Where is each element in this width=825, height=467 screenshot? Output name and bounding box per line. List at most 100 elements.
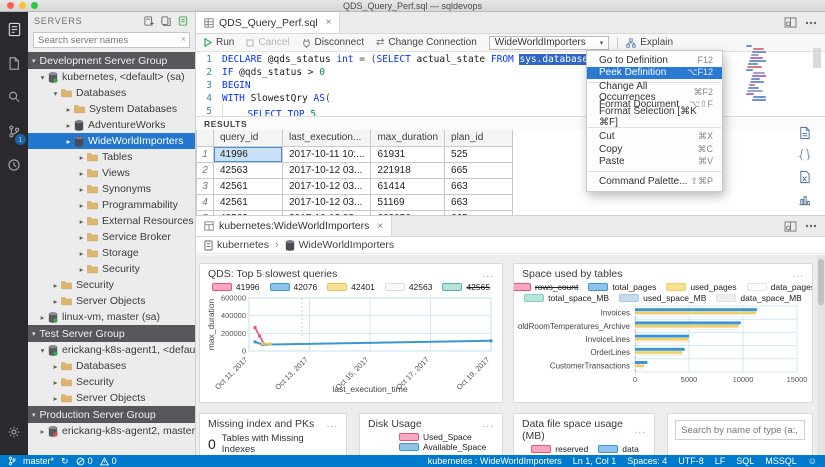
tree-item[interactable]: ▸Tables [28, 149, 195, 165]
indent-setting[interactable]: Spaces: 4 [627, 455, 667, 467]
dashboard-scrollbar[interactable] [817, 255, 825, 456]
table-cell[interactable]: 2017-10-12 03... [283, 162, 371, 178]
legend-item[interactable]: 42563 [385, 282, 433, 292]
menu-item[interactable]: Cut⌘X [587, 131, 722, 144]
legend-item[interactable]: data [598, 444, 639, 454]
table-cell[interactable]: 525 [445, 146, 513, 162]
cursor-position[interactable]: Ln 1, Col 1 [573, 455, 617, 467]
view-as-chart-icon[interactable] [794, 188, 814, 210]
legend-item[interactable]: 42401 [327, 282, 375, 292]
warnings-count[interactable]: 0 [112, 455, 117, 467]
menu-item[interactable]: Command Palette...⇧⌘P [587, 175, 722, 188]
table-cell[interactable]: 42561 [214, 194, 283, 210]
split-editor-icon[interactable] [784, 221, 797, 232]
legend-item[interactable]: total_pages [588, 282, 656, 292]
results-grid[interactable]: query_idlast_execution...max_durationpla… [196, 130, 825, 215]
table-cell[interactable]: 41996 [214, 146, 283, 162]
menu-item[interactable]: Format Selection [⌘K ⌘F] [587, 111, 722, 124]
table-cell[interactable]: 61931 [371, 146, 445, 162]
close-tab-icon[interactable]: × [326, 17, 332, 28]
qds-line-chart[interactable]: 0200000400000600000Oct 11, 2017Oct 13, 2… [205, 292, 497, 396]
code-line[interactable]: 5 SELECT TOP 5 [196, 105, 825, 116]
column-header[interactable]: last_execution... [283, 130, 371, 146]
tree-item[interactable]: ▾Databases [28, 85, 195, 101]
table-cell[interactable]: 2017-10-12 03... [283, 178, 371, 194]
tree-item[interactable]: ▸Views [28, 165, 195, 181]
breadcrumb-server[interactable]: kubernetes [217, 239, 269, 251]
eol-setting[interactable]: LF [715, 455, 726, 467]
legend-item[interactable]: 42076 [270, 282, 318, 292]
column-header[interactable]: query_id [214, 130, 283, 146]
table-cell[interactable]: 663 [445, 194, 513, 210]
new-server-group-icon[interactable] [160, 15, 172, 27]
active-connections-icon[interactable] [177, 15, 189, 27]
provider-mode[interactable]: MSSQL [765, 455, 797, 467]
space-bar-chart[interactable]: 050001000015000InvoicesColdRoomTemperatu… [517, 303, 809, 385]
tree-group-header[interactable]: ▾Production Server Group [28, 406, 195, 423]
run-button[interactable]: Run [204, 37, 234, 48]
save-as-excel-icon[interactable] [794, 166, 814, 188]
explorer-view-icon[interactable] [0, 46, 28, 80]
tree-item[interactable]: ▸Programmability [28, 197, 195, 213]
tree-item[interactable]: ▸AdventureWorks [28, 117, 195, 133]
tree-item[interactable]: ▸Security [28, 277, 195, 293]
table-cell[interactable]: 2017-10-12 03... [283, 194, 371, 210]
database-dropdown[interactable]: WideWorldImporters ▾ [489, 36, 609, 50]
table-cell[interactable]: 665 [445, 162, 513, 178]
table-row[interactable]: 4425612017-10-12 03...51169663 [197, 194, 513, 210]
more-actions-icon[interactable] [805, 224, 817, 228]
tree-item[interactable]: ▸WideWorldImporters [28, 133, 195, 149]
table-row[interactable]: 2425632017-10-12 03...221918665 [197, 162, 513, 178]
code-line[interactable]: 4WITH SlowestQry AS( [196, 92, 825, 105]
code-line[interactable]: 3BEGIN [196, 79, 825, 92]
encoding[interactable]: UTF-8 [678, 455, 704, 467]
settings-gear-icon[interactable] [0, 415, 28, 449]
scrollbar-thumb[interactable] [818, 259, 824, 305]
legend-item[interactable]: data_pages [747, 282, 813, 292]
row-number-header[interactable] [197, 130, 214, 146]
tab-dashboard[interactable]: kubernetes:WideWorldImporters × [196, 216, 392, 236]
editor-scrollbar[interactable] [813, 48, 821, 68]
table-cell[interactable]: 42561 [214, 178, 283, 194]
feedback-smiley-icon[interactable]: ☺ [808, 455, 817, 467]
table-cell[interactable]: 221918 [371, 162, 445, 178]
column-header[interactable]: plan_id [445, 130, 513, 146]
card-menu-icon[interactable]: ... [483, 419, 494, 430]
table-cell[interactable]: 42563 [214, 162, 283, 178]
close-tab-icon[interactable]: × [377, 221, 383, 232]
card-menu-icon[interactable]: ... [327, 419, 338, 430]
minimap[interactable] [746, 45, 766, 109]
card-menu-icon[interactable]: ... [635, 425, 646, 436]
split-editor-icon[interactable] [784, 17, 797, 28]
table-cell[interactable]: 61414 [371, 178, 445, 194]
card-menu-icon[interactable]: ... [793, 269, 804, 280]
task-history-view-icon[interactable] [0, 148, 28, 182]
code-line[interactable]: 1DECLARE @qds_status int = (SELECT actua… [196, 53, 825, 66]
tree-item[interactable]: ▸System Databases [28, 101, 195, 117]
tree-item[interactable]: ▾erickang-k8s-agent1, <default> (sa) [28, 342, 195, 358]
legend-item[interactable]: Available_Space [399, 442, 486, 452]
legend-item[interactable]: Used_Space [399, 432, 472, 442]
disconnect-button[interactable]: Disconnect [302, 37, 364, 48]
menu-item[interactable]: Paste⌘V [587, 156, 722, 169]
code-editor[interactable]: 1DECLARE @qds_status int = (SELECT actua… [196, 53, 825, 116]
breadcrumb-database[interactable]: WideWorldImporters [299, 239, 395, 251]
change-connection-button[interactable]: ⇄ Change Connection [376, 37, 477, 48]
legend-item[interactable]: reserved [531, 444, 588, 454]
legend-item[interactable]: used_pages [666, 282, 736, 292]
search-view-icon[interactable] [0, 80, 28, 114]
table-cell[interactable]: 2017-10-11 10:... [283, 146, 371, 162]
card-menu-icon[interactable]: ... [483, 269, 494, 280]
servers-view-icon[interactable] [0, 12, 28, 46]
column-header[interactable]: max_duration [371, 130, 445, 146]
legend-item[interactable]: rows_count [513, 282, 578, 292]
tree-item[interactable]: ▸Synonyms [28, 181, 195, 197]
cancel-button[interactable]: Cancel [246, 37, 289, 48]
tree-item[interactable]: ▸linux-vm, master (sa) [28, 309, 195, 325]
tree-item[interactable]: ▸Security [28, 261, 195, 277]
tree-group-header[interactable]: ▾Development Server Group [28, 52, 195, 69]
table-row[interactable]: 3425612017-10-12 03...61414663 [197, 178, 513, 194]
language-mode[interactable]: SQL [736, 455, 754, 467]
table-row[interactable]: 1419962017-10-11 10:...61931525 [197, 146, 513, 162]
server-search-input[interactable] [34, 35, 189, 46]
